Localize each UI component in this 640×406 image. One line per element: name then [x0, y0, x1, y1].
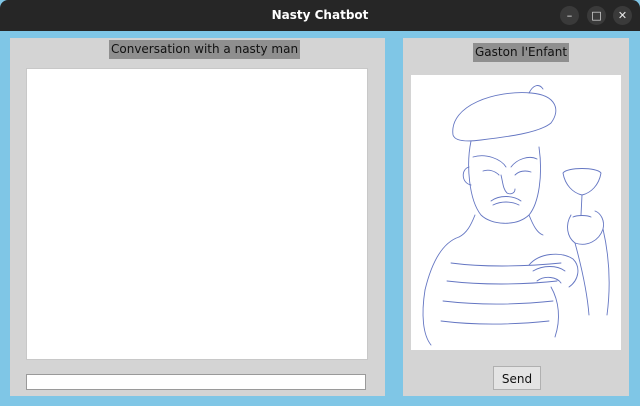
maximize-icon: □	[591, 9, 602, 22]
conversation-heading: Conversation with a nasty man	[109, 40, 301, 59]
close-icon: ✕	[617, 9, 628, 22]
message-input[interactable]	[26, 374, 366, 390]
conversation-panel: Conversation with a nasty man	[10, 38, 385, 396]
minimize-icon: –	[566, 9, 573, 22]
send-button[interactable]: Send	[493, 366, 541, 390]
conversation-transcript[interactable]	[26, 68, 368, 360]
character-panel: Gaston l'Enfant Send	[403, 38, 629, 396]
title-bar: Nasty Chatbot – □ ✕	[0, 0, 640, 31]
character-portrait	[411, 75, 621, 350]
maximize-button[interactable]: □	[587, 6, 606, 25]
character-name: Gaston l'Enfant	[473, 43, 570, 62]
portrait-sketch	[422, 85, 610, 346]
close-button[interactable]: ✕	[613, 6, 632, 25]
minimize-button[interactable]: –	[560, 6, 579, 25]
window-title: Nasty Chatbot	[271, 8, 369, 22]
